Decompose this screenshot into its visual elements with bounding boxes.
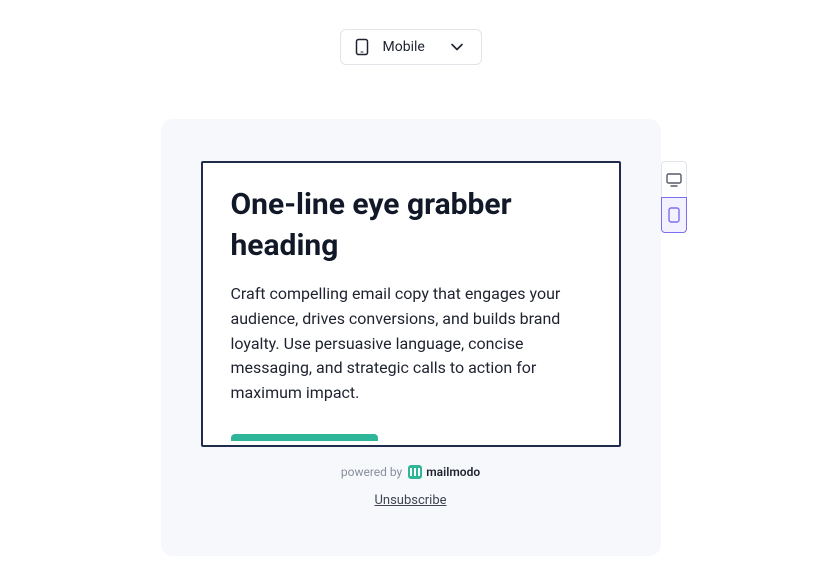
device-selector[interactable]: Mobile: [340, 29, 482, 65]
email-content: One-line eye grabber heading Craft compe…: [207, 167, 615, 441]
powered-by: powered by mailmodo: [161, 465, 661, 479]
email-heading: One-line eye grabber heading: [231, 185, 591, 266]
desktop-view-button[interactable]: [661, 161, 687, 197]
email-cta-button[interactable]: Add button text: [231, 434, 379, 441]
unsubscribe-link[interactable]: Unsubscribe: [161, 493, 661, 508]
brand-name: mailmodo: [426, 465, 480, 479]
powered-by-text: powered by: [341, 465, 402, 479]
brand-logo-icon: [408, 465, 422, 479]
brand-badge[interactable]: mailmodo: [408, 465, 480, 479]
device-selector-label: Mobile: [383, 39, 437, 55]
email-preview-frame[interactable]: One-line eye grabber heading Craft compe…: [201, 161, 621, 447]
mobile-icon: [355, 38, 369, 56]
chevron-down-icon: [451, 43, 463, 51]
device-toggle: [661, 161, 687, 233]
mobile-view-button[interactable]: [661, 197, 687, 233]
email-body: Craft compelling email copy that engages…: [231, 282, 591, 406]
preview-stage: One-line eye grabber heading Craft compe…: [161, 119, 661, 556]
preview-toolbar: Mobile: [0, 0, 821, 65]
